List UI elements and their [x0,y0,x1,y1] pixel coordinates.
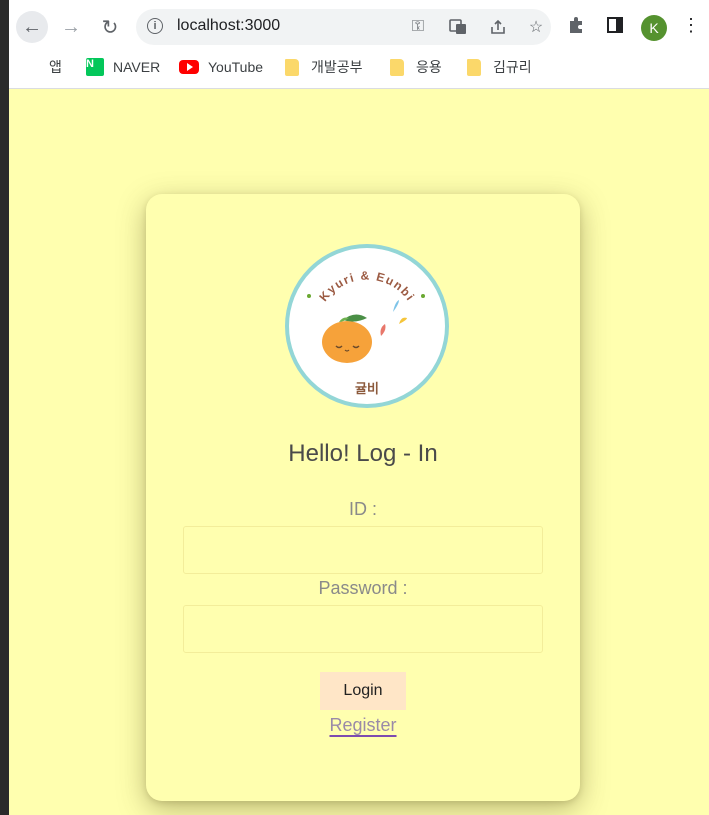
forward-arrow-icon: → [61,15,81,38]
folder-icon [467,58,481,76]
bookmark-label: YouTube [208,59,264,75]
back-arrow-icon: ← [22,15,42,38]
password-label: Password : [318,578,408,598]
bookmark-folder-applied[interactable]: 응용 [390,57,442,77]
extensions-icon[interactable] [564,13,588,37]
url-text[interactable]: localhost:3000 [177,17,280,35]
bookmarks-bar: 앱 N NAVER YouTube 개발공부 응용 김규리 [9,52,709,82]
svg-text:Kyuri & Eunbi: Kyuri & Eunbi [316,268,417,304]
back-button[interactable]: ← [16,11,48,43]
bookmark-label: 응용 [416,59,442,75]
login-card: Kyuri & Eunbi 귤비 Hello! Log - In ID : Pa… [146,194,580,801]
bookmark-label: NAVER [113,59,161,75]
id-input[interactable] [183,526,543,574]
forward-button[interactable]: → [55,11,87,43]
logo-bottom-text: 귤비 [355,381,379,396]
logo-top-text: Kyuri & Eunbi [316,268,416,304]
page-title: Hello! Log - In [288,440,438,467]
browser-toolbar: ← → ↻ i localhost:3000 ⚿ ☆ K ⋮ 앱 N NAVER… [9,0,709,89]
page-viewport: Kyuri & Eunbi 귤비 Hello! Log - In ID : Pa… [9,89,709,815]
address-bar[interactable]: i localhost:3000 ⚿ ☆ [136,9,551,45]
bookmark-youtube[interactable]: YouTube [179,57,263,77]
translate-icon[interactable] [448,17,468,37]
side-panel-icon[interactable] [603,13,627,37]
folder-icon [390,58,404,76]
profile-avatar[interactable]: K [641,15,667,41]
info-icon[interactable]: i [147,18,163,34]
youtube-icon [179,60,199,74]
id-label: ID : [348,499,377,519]
bookmark-naver[interactable]: N NAVER [86,57,160,77]
register-link-row: Register [146,715,580,736]
star-icon[interactable]: ☆ [526,17,546,37]
reload-button[interactable]: ↻ [94,11,126,43]
apps-grid-icon [25,60,40,75]
bookmark-apps[interactable]: 앱 [25,57,62,77]
naver-icon: N [86,58,104,76]
password-input[interactable] [183,605,543,653]
login-button[interactable]: Login [320,672,406,710]
bookmark-label: 앱 [49,59,62,75]
reload-icon: ↻ [101,16,119,39]
menu-kebab-icon[interactable]: ⋮ [679,13,703,37]
bookmark-folder-kimgyuri[interactable]: 김규리 [467,57,532,77]
share-icon[interactable] [488,17,508,37]
bookmark-label: 김규리 [493,59,532,75]
register-link[interactable]: Register [329,715,396,735]
bookmark-folder-dev[interactable]: 개발공부 [285,57,363,77]
bookmark-label: 개발공부 [311,59,363,75]
key-icon[interactable]: ⚿ [408,17,428,37]
folder-icon [285,58,299,76]
brand-logo: Kyuri & Eunbi 귤비 [285,244,449,408]
